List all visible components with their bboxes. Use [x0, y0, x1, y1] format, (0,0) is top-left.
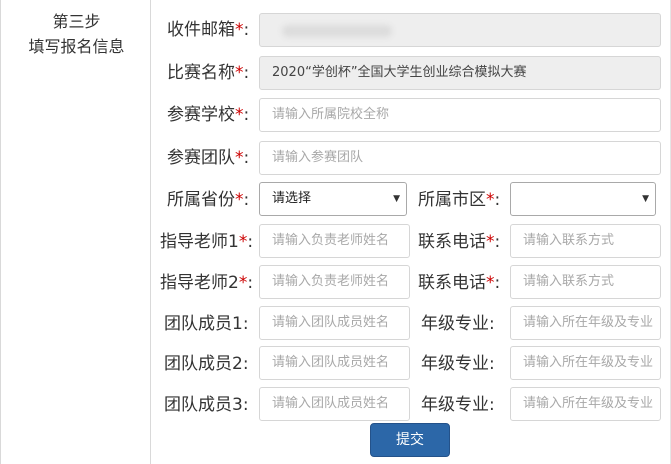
- school-label: 参赛学校*:: [167, 105, 250, 125]
- redacted-email: [282, 25, 392, 37]
- city-label: 所属市区*:: [418, 190, 501, 210]
- province-label: 所属省份*:: [167, 190, 250, 210]
- phone2-input[interactable]: 请输入联系方式: [510, 265, 661, 299]
- city-select[interactable]: ▼: [510, 182, 656, 216]
- step-subtitle: 填写报名信息: [28, 37, 125, 56]
- registration-form: 第三步 填写报名信息 收件邮箱*: 比赛名称*: 2020“学创杯”全国大学生创…: [0, 0, 671, 464]
- major1-input[interactable]: 请输入所在年级及专业: [510, 306, 661, 340]
- member2-input[interactable]: 请输入团队成员姓名: [259, 346, 410, 380]
- team-input[interactable]: 请输入参赛团队: [259, 141, 661, 175]
- major2-label: 年级专业:: [421, 354, 495, 374]
- phone2-label: 联系电话*:: [418, 273, 501, 293]
- email-label: 收件邮箱*:: [167, 20, 250, 40]
- school-input[interactable]: 请输入所属院校全称: [259, 98, 661, 132]
- member3-label: 团队成员3:: [164, 395, 249, 415]
- teacher1-input[interactable]: 请输入负责老师姓名: [259, 224, 410, 258]
- contest-field: 2020“学创杯”全国大学生创业综合模拟大赛: [259, 56, 661, 90]
- team-label: 参赛团队*:: [167, 148, 250, 168]
- email-field[interactable]: [259, 13, 661, 47]
- submit-button[interactable]: 提交: [370, 423, 450, 457]
- contest-label: 比赛名称*:: [167, 63, 250, 83]
- phone1-label: 联系电话*:: [418, 232, 501, 252]
- major3-label: 年级专业:: [421, 395, 495, 415]
- teacher1-label: 指导老师1*:: [160, 232, 254, 252]
- step-column: 第三步 填写报名信息: [0, 0, 151, 464]
- chevron-down-icon: ▼: [642, 194, 649, 204]
- major3-input[interactable]: 请输入所在年级及专业: [510, 387, 661, 421]
- teacher2-label: 指导老师2*:: [160, 273, 254, 293]
- teacher2-input[interactable]: 请输入负责老师姓名: [259, 265, 410, 299]
- province-select[interactable]: 请选择 ▼: [259, 182, 407, 216]
- phone1-input[interactable]: 请输入联系方式: [510, 224, 661, 258]
- member2-label: 团队成员2:: [164, 354, 249, 374]
- major1-label: 年级专业:: [421, 314, 495, 334]
- step-title: 第三步: [52, 12, 101, 31]
- major2-input[interactable]: 请输入所在年级及专业: [510, 346, 661, 380]
- member1-input[interactable]: 请输入团队成员姓名: [259, 306, 410, 340]
- member3-input[interactable]: 请输入团队成员姓名: [259, 387, 410, 421]
- member1-label: 团队成员1:: [164, 314, 249, 334]
- chevron-down-icon: ▼: [393, 194, 400, 204]
